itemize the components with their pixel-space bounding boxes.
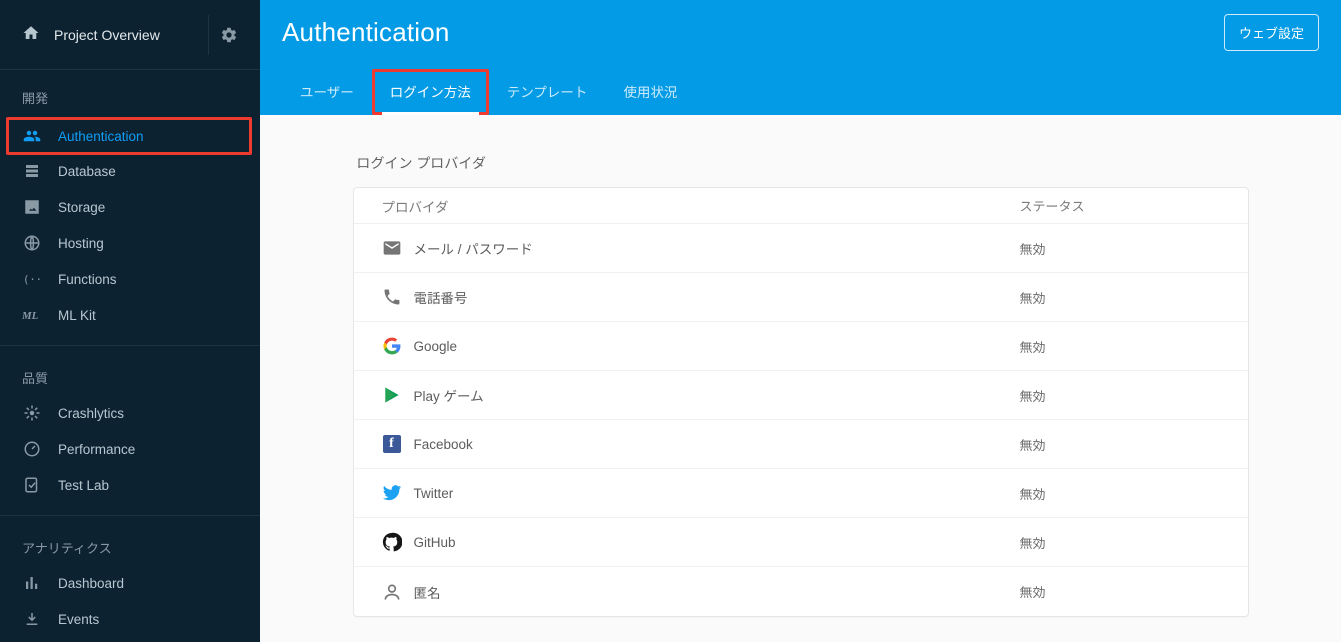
provider-label: 電話番号 xyxy=(414,287,468,307)
provider-row[interactable]: 匿名 無効 xyxy=(354,567,1248,616)
project-overview-link[interactable]: Project Overview xyxy=(54,27,208,43)
sidebar-divider xyxy=(0,515,260,516)
sidebar-item-test-lab[interactable]: Test Lab xyxy=(0,467,260,503)
sidebar-item-label: Hosting xyxy=(58,236,104,251)
providers-card: プロバイダ ステータス メール / パスワード無効電話番号無効Google無効P… xyxy=(353,187,1249,617)
content-area: ログイン プロバイダ プロバイダ ステータス メール / パスワード無効電話番号… xyxy=(260,115,1341,642)
sidebar-item-events[interactable]: Events xyxy=(0,601,260,637)
sidebar-item-label: Database xyxy=(58,164,116,179)
sidebar-item-crashlytics[interactable]: Crashlytics xyxy=(0,395,260,431)
tab-3[interactable]: 使用状況 xyxy=(605,69,695,115)
events-icon xyxy=(22,609,42,629)
hosting-icon xyxy=(22,233,42,253)
sidebar-item-label: Authentication xyxy=(58,129,144,144)
sidebar-item-dashboard[interactable]: Dashboard xyxy=(0,565,260,601)
provider-label: Play ゲーム xyxy=(414,385,484,405)
svg-text:(··): (··) xyxy=(23,274,41,286)
people-icon xyxy=(22,126,42,146)
home-icon xyxy=(22,24,40,45)
sidebar-item-storage[interactable]: Storage xyxy=(0,189,260,225)
sidebar-item-label: Performance xyxy=(58,442,135,457)
web-setup-button[interactable]: ウェブ設定 xyxy=(1224,14,1319,51)
performance-icon xyxy=(22,439,42,459)
facebook-icon: f xyxy=(382,434,402,454)
mlkit-icon: ML xyxy=(22,305,42,325)
mail-icon xyxy=(382,238,402,258)
provider-status: 無効 xyxy=(1020,582,1220,601)
anonymous-icon xyxy=(382,582,402,602)
column-header-status: ステータス xyxy=(1020,196,1220,215)
sidebar-item-authentication[interactable]: Authentication xyxy=(6,117,252,155)
provider-row[interactable]: Play ゲーム 無効 xyxy=(354,371,1248,420)
main: Authentication ウェブ設定 ユーザーログイン方法テンプレート使用状… xyxy=(260,0,1341,642)
database-icon xyxy=(22,161,42,181)
provider-row[interactable]: 電話番号 無効 xyxy=(354,273,1248,322)
sidebar-item-performance[interactable]: Performance xyxy=(0,431,260,467)
google-icon xyxy=(382,336,402,356)
crashlytics-icon xyxy=(22,403,42,423)
sidebar-item-label: Functions xyxy=(58,272,117,287)
tab-1[interactable]: ログイン方法 xyxy=(372,69,489,115)
sidebar-item-functions[interactable]: (··) Functions xyxy=(0,261,260,297)
phone-icon xyxy=(382,287,402,307)
provider-status: 無効 xyxy=(1020,239,1220,258)
provider-row[interactable]: f Facebook 無効 xyxy=(354,420,1248,469)
page-title: Authentication xyxy=(282,17,450,48)
sidebar-item-label: Dashboard xyxy=(58,576,124,591)
functions-icon: (··) xyxy=(22,269,42,289)
storage-icon xyxy=(22,197,42,217)
sidebar-section-label: 開発 xyxy=(0,70,260,115)
sidebar-section-label: 品質 xyxy=(0,350,260,395)
provider-row[interactable]: Twitter 無効 xyxy=(354,469,1248,518)
provider-status: 無効 xyxy=(1020,435,1220,454)
provider-row[interactable]: GitHub 無効 xyxy=(354,518,1248,567)
sidebar-section-label: アナリティクス xyxy=(0,520,260,565)
svg-text:ML: ML xyxy=(22,310,39,322)
sidebar-header: Project Overview xyxy=(0,0,260,70)
provider-label: Facebook xyxy=(414,437,473,452)
dashboard-icon xyxy=(22,573,42,593)
provider-row[interactable]: Google 無効 xyxy=(354,322,1248,371)
provider-label: Twitter xyxy=(414,486,454,501)
tabs: ユーザーログイン方法テンプレート使用状況 xyxy=(282,69,1319,115)
provider-status: 無効 xyxy=(1020,288,1220,307)
provider-label: GitHub xyxy=(414,535,456,550)
sidebar-item-label: Test Lab xyxy=(58,478,109,493)
provider-status: 無効 xyxy=(1020,484,1220,503)
sidebar: Project Overview 開発 Authentication Databas… xyxy=(0,0,260,642)
sidebar-item-ml-kit[interactable]: ML ML Kit xyxy=(0,297,260,333)
providers-table-header: プロバイダ ステータス xyxy=(354,188,1248,224)
playgames-icon xyxy=(382,385,402,405)
sidebar-item-hosting[interactable]: Hosting xyxy=(0,225,260,261)
testlab-icon xyxy=(22,475,42,495)
tab-2[interactable]: テンプレート xyxy=(489,69,606,115)
settings-gear-button[interactable] xyxy=(208,15,248,55)
twitter-icon xyxy=(382,483,402,503)
sidebar-item-label: Events xyxy=(58,612,99,627)
provider-status: 無効 xyxy=(1020,386,1220,405)
sidebar-divider xyxy=(0,345,260,346)
column-header-provider: プロバイダ xyxy=(382,196,1020,216)
sidebar-item-database[interactable]: Database xyxy=(0,153,260,189)
provider-label: Google xyxy=(414,339,458,354)
providers-section-title: ログイン プロバイダ xyxy=(357,153,1249,173)
sidebar-item-label: Storage xyxy=(58,200,105,215)
sidebar-item-label: ML Kit xyxy=(58,308,96,323)
header: Authentication ウェブ設定 ユーザーログイン方法テンプレート使用状… xyxy=(260,0,1341,115)
provider-label: メール / パスワード xyxy=(414,238,533,258)
github-icon xyxy=(382,532,402,552)
provider-label: 匿名 xyxy=(414,582,441,602)
tab-0[interactable]: ユーザー xyxy=(282,69,372,115)
provider-status: 無効 xyxy=(1020,533,1220,552)
sidebar-item-label: Crashlytics xyxy=(58,406,124,421)
provider-status: 無効 xyxy=(1020,337,1220,356)
provider-row[interactable]: メール / パスワード 無効 xyxy=(354,224,1248,273)
